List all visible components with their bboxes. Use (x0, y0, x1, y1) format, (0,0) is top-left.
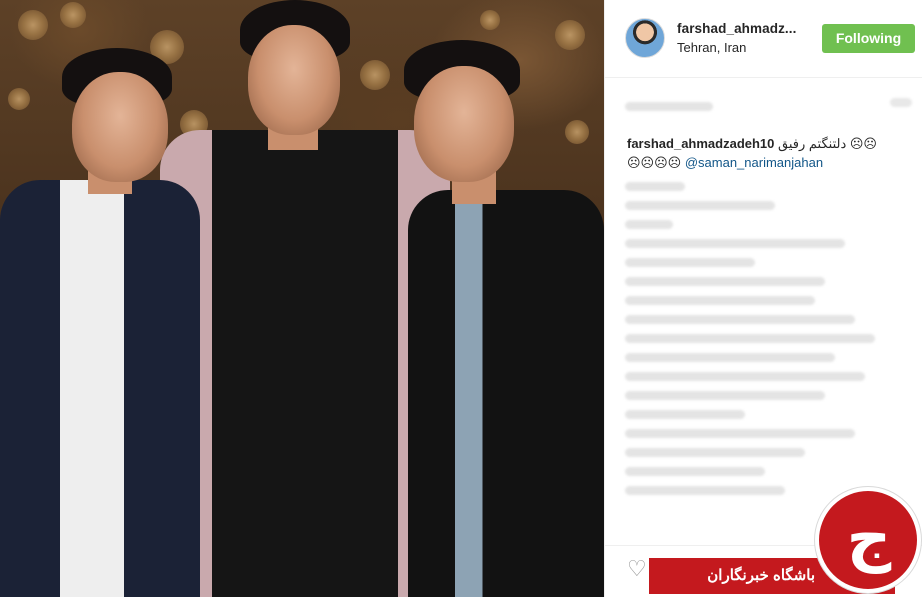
navy-suit (0, 180, 200, 597)
comment-row (625, 273, 915, 289)
caption-text: دلتنگتم رفیق ☹☹ (778, 136, 877, 151)
black-suit (408, 190, 604, 597)
comment-row (625, 349, 915, 365)
comment-row (625, 387, 915, 403)
watermark-logo-glyph: ج (846, 501, 892, 574)
post-username[interactable]: farshad_ahmadz... (677, 21, 797, 36)
wood-log-decoration (8, 88, 30, 110)
post-header: farshad_ahmadz... Tehran, Iran Following (605, 0, 922, 78)
face (414, 66, 514, 182)
wood-log-decoration (360, 60, 390, 90)
wood-log-decoration (555, 20, 585, 50)
comment-row (625, 463, 915, 479)
blurred-likes (625, 102, 713, 111)
face (72, 72, 168, 182)
comments-list-blurred (625, 178, 915, 501)
comment-row (625, 368, 915, 384)
wood-log-decoration (18, 10, 48, 40)
comment-row (625, 254, 915, 270)
profile-avatar[interactable] (625, 18, 665, 58)
comment-row (625, 330, 915, 346)
wood-log-decoration (565, 120, 589, 144)
comment-row (625, 444, 915, 460)
post-location[interactable]: Tehran, Iran (677, 40, 746, 55)
comment-row (625, 311, 915, 327)
comment-row (625, 292, 915, 308)
comment-row (625, 425, 915, 441)
pink-jacket (160, 130, 450, 597)
comment-row (625, 178, 915, 194)
post-photo[interactable] (0, 0, 604, 597)
caption-emojis: ☹☹☹☹ (627, 155, 682, 170)
comment-row (625, 197, 915, 213)
comment-row (625, 406, 915, 422)
comment-row (625, 235, 915, 251)
following-button[interactable]: Following (822, 24, 915, 53)
comment-row (625, 216, 915, 232)
caption-username[interactable]: farshad_ahmadzadeh10 (627, 136, 774, 151)
likes-count-blurred (625, 98, 915, 112)
blurred-timestamp (890, 98, 912, 107)
wood-log-decoration (480, 10, 500, 30)
wood-log-decoration (60, 2, 86, 28)
post-caption: farshad_ahmadzadeh10 دلتنگتم رفیق ☹☹ ☹☹☹… (627, 134, 907, 172)
heart-icon[interactable]: ♡ (627, 558, 651, 580)
face (248, 25, 340, 135)
caption-mention[interactable]: @saman_narimanjahan (685, 155, 823, 170)
